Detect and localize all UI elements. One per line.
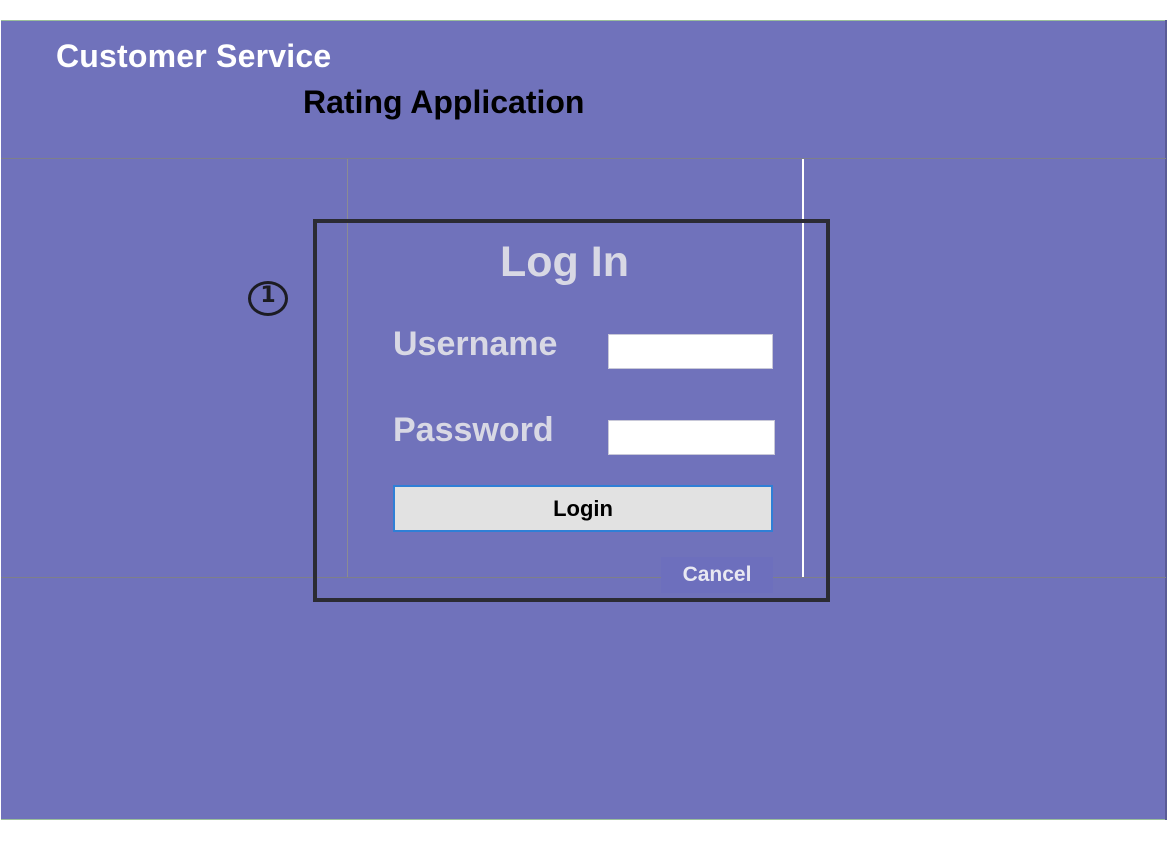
username-label: Username [393, 325, 558, 363]
canvas-right-edge [1165, 20, 1167, 820]
password-label: Password [393, 411, 554, 449]
app-subtitle: Rating Application [303, 84, 585, 120]
username-field[interactable] [608, 334, 773, 369]
app-title: Customer Service [56, 38, 332, 74]
header-divider [1, 158, 1166, 159]
login-button[interactable]: Login [393, 485, 773, 532]
callout-marker: 1 [248, 281, 288, 316]
password-field[interactable] [608, 420, 775, 455]
cancel-button[interactable]: Cancel [661, 557, 773, 593]
login-heading: Log In [500, 238, 629, 286]
